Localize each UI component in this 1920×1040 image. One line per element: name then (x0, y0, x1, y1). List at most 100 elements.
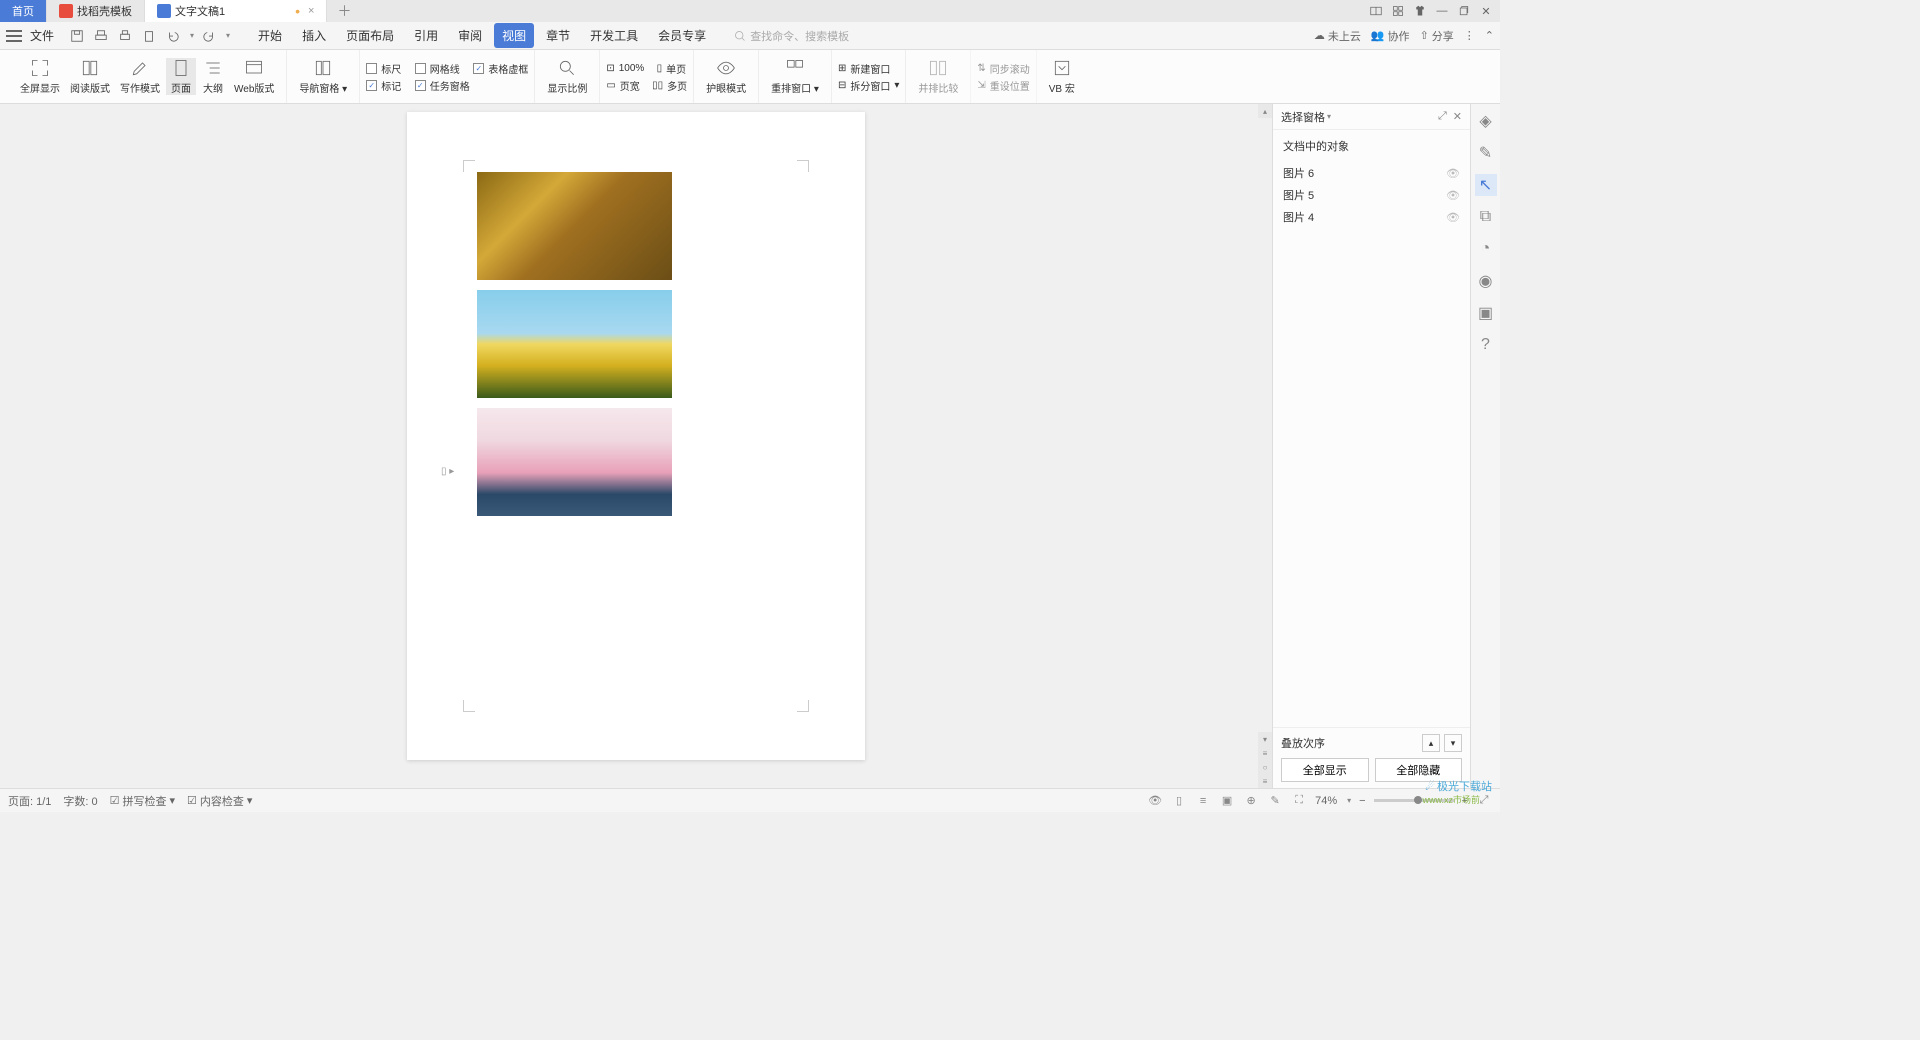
undo-dropdown-icon[interactable]: ▾ (190, 31, 194, 40)
page-counter[interactable]: 页面: 1/1 (8, 793, 51, 809)
view-edit-icon[interactable]: ✎ (1267, 793, 1283, 809)
scroll-up-icon[interactable]: ▴ (1258, 104, 1272, 118)
minimize-button[interactable]: — (1432, 2, 1452, 20)
document-image-1[interactable] (477, 172, 672, 280)
cloud-status[interactable]: ☁ 未上云 (1314, 28, 1361, 44)
tab-developer[interactable]: 开发工具 (582, 23, 646, 48)
zoom-100-button[interactable]: ⊡ 100% ▯ 单页 (606, 61, 687, 76)
print-preview-icon[interactable] (92, 27, 110, 45)
fullscreen-button[interactable]: 全屏显示 (16, 58, 64, 95)
pin-icon[interactable]: ⤢ (1438, 110, 1447, 123)
visibility-icon[interactable]: 👁 (1446, 167, 1460, 180)
list-item[interactable]: 图片 6👁 (1273, 162, 1470, 184)
cursor-icon[interactable]: ↖ (1475, 174, 1497, 196)
eye-mode-icon[interactable]: 👁 (1147, 793, 1163, 809)
vb-macro-button[interactable]: VB 宏 (1045, 58, 1079, 95)
view-page-icon[interactable]: ▯ (1171, 793, 1187, 809)
show-all-button[interactable]: 全部显示 (1281, 758, 1369, 782)
save-icon[interactable] (68, 27, 86, 45)
move-down-button[interactable]: ▾ (1444, 734, 1462, 752)
clock-icon[interactable]: ◔ (1475, 238, 1497, 260)
hamburger-icon[interactable] (6, 30, 22, 42)
list-item[interactable]: 图片 4👁 (1273, 206, 1470, 228)
web-layout-button[interactable]: Web版式 (230, 58, 278, 95)
tab-references[interactable]: 引用 (406, 23, 446, 48)
spellcheck-toggle[interactable]: ☑ 拼写检查 ▾ (110, 793, 175, 809)
tab-document[interactable]: 文字文稿1 • × (145, 0, 327, 22)
outline-button[interactable]: 大纲 (198, 58, 228, 95)
visibility-icon[interactable]: 👁 (1446, 211, 1460, 224)
gridlines-checkbox[interactable] (415, 63, 426, 74)
panel-title-dropdown-icon[interactable]: ▾ (1327, 112, 1331, 121)
scroll-circle-icon[interactable]: ○ (1258, 760, 1272, 774)
tab-pagelayout[interactable]: 页面布局 (338, 23, 402, 48)
collapse-ribbon-icon[interactable]: ⌃ (1485, 29, 1494, 42)
tab-insert[interactable]: 插入 (294, 23, 334, 48)
collab-button[interactable]: 👥 协作 (1371, 28, 1410, 44)
scroll-down-icon[interactable]: ▾ (1258, 732, 1272, 746)
book-icon[interactable]: ▣ (1475, 302, 1497, 324)
grid-icon[interactable] (1388, 2, 1408, 20)
tab-review[interactable]: 审阅 (450, 23, 490, 48)
more-icon[interactable]: ⋮ (1464, 29, 1475, 42)
zoom-out-button[interactable]: − (1359, 795, 1365, 807)
tab-home[interactable]: 首页 (0, 0, 47, 22)
view-read-icon[interactable]: ▣ (1219, 793, 1235, 809)
taskpane-checkbox[interactable] (415, 80, 426, 91)
scroll-prev-icon[interactable]: ≡ (1258, 746, 1272, 760)
tab-start[interactable]: 开始 (250, 23, 290, 48)
page-view-button[interactable]: 页面 (166, 58, 196, 95)
scroll-next-icon[interactable]: ≡ (1258, 774, 1272, 788)
document-image-3[interactable] (477, 408, 672, 516)
zoom-button[interactable]: 显示比例 (543, 58, 591, 95)
read-layout-button[interactable]: 阅读版式 (66, 58, 114, 95)
panel-close-icon[interactable]: ✕ (1453, 110, 1462, 123)
file-menu[interactable]: 文件 (30, 27, 54, 44)
zoom-fit-icon[interactable]: ⛶ (1291, 793, 1307, 809)
list-item[interactable]: 图片 5👁 (1273, 184, 1470, 206)
tab-templates[interactable]: 找稻壳模板 (47, 0, 145, 22)
page-indicator-icon[interactable]: ▯ ▸ (441, 466, 454, 477)
contentcheck-toggle[interactable]: ☑ 内容检查 ▾ (187, 793, 252, 809)
arrange-window-button[interactable]: 重排窗口 ▾ (767, 58, 823, 95)
vertical-scrollbar[interactable]: ▴ ▾ ≡ ○ ≡ (1258, 104, 1272, 788)
undo-icon[interactable] (164, 27, 182, 45)
move-up-button[interactable]: ▴ (1422, 734, 1440, 752)
eyecare-button[interactable]: 护眼模式 (702, 58, 750, 95)
navpane-button[interactable]: 导航窗格 ▾ (295, 58, 351, 95)
write-mode-button[interactable]: 写作模式 (116, 58, 164, 95)
zoom-value[interactable]: 74% (1315, 795, 1337, 807)
share-button[interactable]: ⇧ 分享 (1420, 28, 1454, 44)
view-web-icon[interactable]: ⊕ (1243, 793, 1259, 809)
tab-close-icon[interactable]: × (308, 5, 314, 17)
tab-member[interactable]: 会员专享 (650, 23, 714, 48)
print-icon[interactable] (116, 27, 134, 45)
tab-view[interactable]: 视图 (494, 23, 534, 48)
word-count[interactable]: 字数: 0 (63, 793, 97, 809)
location-icon[interactable]: ◉ (1475, 270, 1497, 292)
chain-icon[interactable]: ⧉ (1475, 206, 1497, 228)
help-icon[interactable]: ? (1475, 334, 1497, 356)
new-window-button[interactable]: ⊞ 新建窗口 (838, 61, 899, 76)
search-box[interactable]: 查找命令、搜索模板 (734, 28, 849, 44)
pagewidth-button[interactable]: ▭ 页宽 ▯▯ 多页 (606, 78, 687, 93)
split-window-button[interactable]: ⊟ 拆分窗口 ▾ (838, 78, 899, 93)
visibility-icon[interactable]: 👁 (1446, 189, 1460, 202)
markup-checkbox[interactable] (366, 80, 377, 91)
new-tab-button[interactable]: ＋ (327, 0, 361, 22)
pen-icon[interactable]: ✎ (1475, 142, 1497, 164)
maximize-button[interactable] (1454, 2, 1474, 20)
document-canvas[interactable]: ▯ ▸ ▴ ▾ ≡ ○ ≡ (0, 104, 1272, 788)
layout-icon[interactable] (1366, 2, 1386, 20)
redo-icon[interactable] (200, 27, 218, 45)
diamond-icon[interactable]: ◈ (1475, 110, 1497, 132)
paste-icon[interactable] (140, 27, 158, 45)
document-image-2[interactable] (477, 290, 672, 398)
tableframe-checkbox[interactable] (473, 63, 484, 74)
ruler-checkbox[interactable] (366, 63, 377, 74)
redo-dropdown-icon[interactable]: ▾ (226, 31, 230, 40)
close-button[interactable]: ✕ (1476, 2, 1496, 20)
view-outline-icon[interactable]: ≡ (1195, 793, 1211, 809)
skin-icon[interactable] (1410, 2, 1430, 20)
tab-sections[interactable]: 章节 (538, 23, 578, 48)
